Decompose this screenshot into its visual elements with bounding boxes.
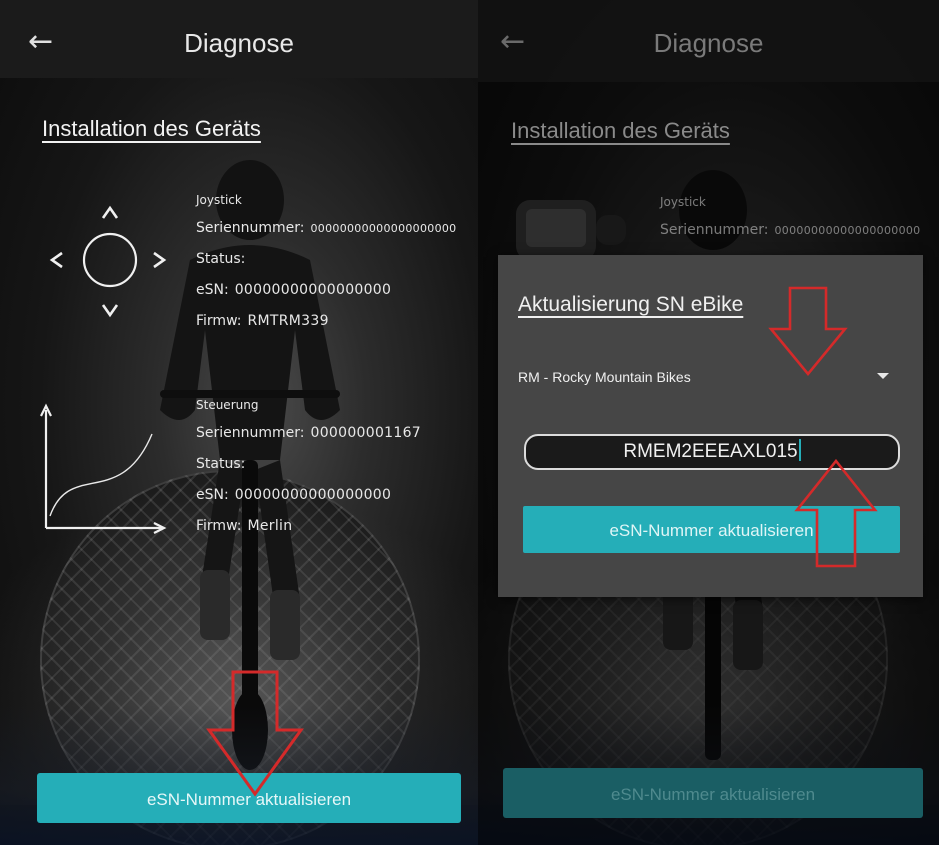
update-sn-dialog: Aktualisierung SN eBike RM - Rocky Mount…: [498, 255, 923, 597]
page-title: Diagnose: [184, 28, 294, 58]
diagnose-screen-dialog: ← Diagnose Installation des Geräts Joyst…: [478, 0, 939, 845]
esn-value: 00000000000000000: [234, 487, 392, 503]
app-bar: ← Diagnose: [478, 0, 939, 82]
device-name: Steuerung: [196, 398, 259, 412]
serial-label: Seriennummer:: [196, 220, 305, 236]
section-title: Installation des Geräts: [42, 116, 261, 141]
device-name: Joystick: [196, 193, 242, 207]
serial-label: Seriennummer:: [196, 425, 305, 441]
firmware-label: Firmw:: [196, 313, 242, 329]
firmware-value: Merlin: [247, 518, 293, 534]
joystick-info: Joystick Seriennummer: 000000000000000000…: [660, 195, 920, 246]
update-esn-button[interactable]: eSN-Nummer aktualisieren: [37, 773, 461, 823]
chevron-down-icon[interactable]: [877, 373, 889, 379]
brand-select-value: RM - Rocky Mountain Bikes: [518, 369, 691, 385]
serial-row: Seriennummer: 00000000000000000000: [196, 213, 456, 244]
page-title: Diagnose: [653, 28, 764, 58]
status-row: Status:: [196, 244, 456, 275]
esn-row: eSN: 00000000000000000: [196, 275, 456, 306]
update-esn-button-disabled: eSN-Nummer aktualisieren: [503, 768, 923, 818]
esn-value: 00000000000000000: [234, 282, 392, 298]
dialog-title: Aktualisierung SN eBike: [518, 293, 744, 316]
serial-value: 000000001167: [310, 425, 421, 441]
esn-label: eSN:: [196, 282, 229, 298]
brand-select[interactable]: RM - Rocky Mountain Bikes: [518, 363, 903, 391]
firmware-value: RMTRM339: [247, 313, 329, 329]
esn-label: eSN:: [196, 487, 229, 503]
serial-value: 00000000000000000000: [310, 222, 457, 235]
dialog-update-esn-button[interactable]: eSN-Nummer aktualisieren: [523, 506, 900, 553]
app-bar: ← Diagnose: [0, 0, 478, 78]
controller-info: Steuerung Seriennummer: 000000001167 Stat…: [196, 398, 421, 542]
serial-label: Seriennummer:: [660, 222, 769, 238]
firmware-label: Firmw:: [196, 518, 242, 534]
firmware-row: Firmw: RMTRM339: [196, 306, 456, 337]
status-label: Status:: [196, 251, 246, 267]
section-title: Installation des Geräts: [511, 118, 730, 143]
serial-row: Seriennummer: 000000001167: [196, 418, 421, 449]
text-caret: [798, 439, 801, 461]
serial-row: Seriennummer: 00000000000000000000: [660, 215, 920, 246]
esn-input[interactable]: RMEM2EEEAXL015: [524, 434, 900, 470]
curve-graph-icon: [40, 403, 167, 534]
esn-input-value: RMEM2EEEAXL015: [623, 441, 798, 462]
esn-row: eSN: 00000000000000000: [196, 480, 421, 511]
serial-value: 00000000000000000000: [774, 224, 921, 237]
joystick-icon: [49, 205, 167, 318]
diagnose-screen: ← Diagnose Installation des Geräts Joyst…: [0, 0, 478, 845]
device-name: Joystick: [660, 195, 706, 209]
firmware-row: Firmw: Merlin: [196, 511, 421, 542]
status-label: Status:: [196, 456, 246, 472]
status-row: Status:: [196, 449, 421, 480]
joystick-info: Joystick Seriennummer: 000000000000000000…: [196, 193, 456, 337]
